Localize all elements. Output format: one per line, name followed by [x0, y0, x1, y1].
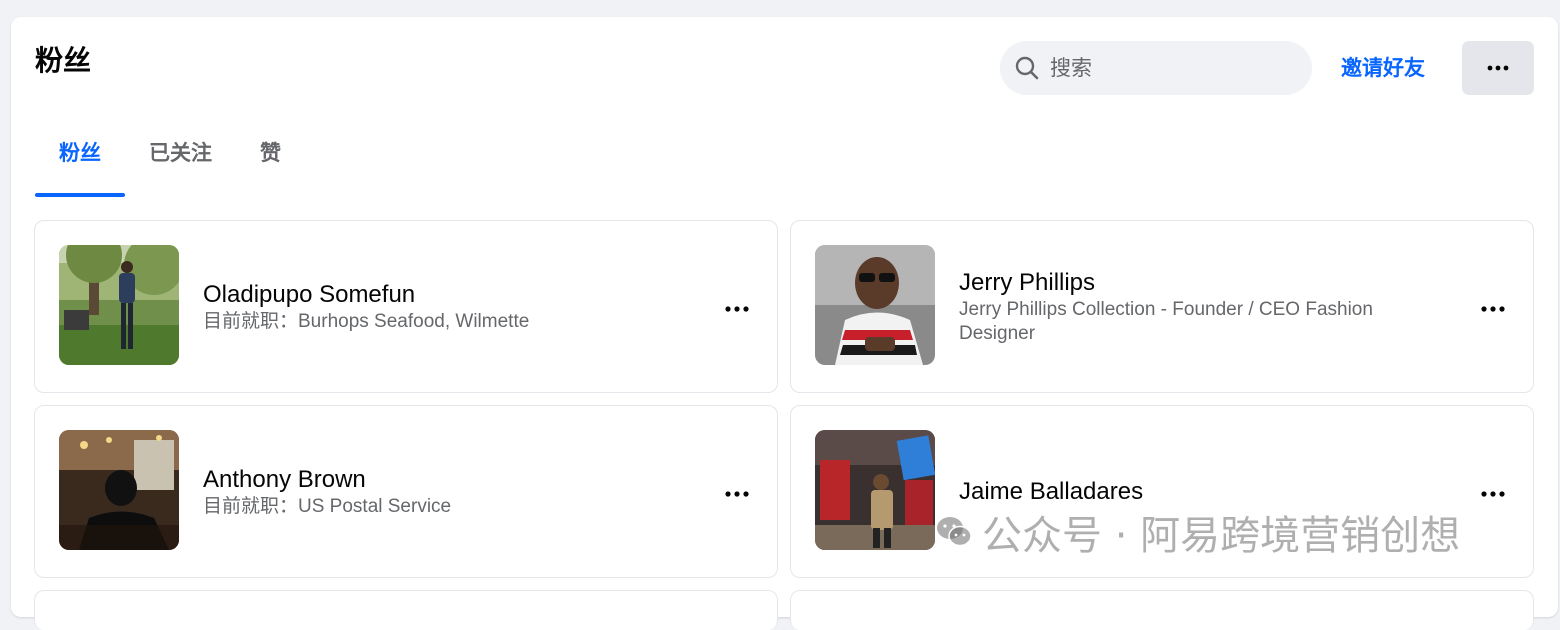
- card-more-button[interactable]: [717, 289, 757, 329]
- follower-card-partial: [790, 590, 1534, 630]
- more-horizontal-icon: [1481, 491, 1505, 497]
- search-box[interactable]: [1000, 41, 1312, 95]
- more-horizontal-icon: [1487, 65, 1509, 71]
- page-title: 粉丝: [35, 44, 92, 77]
- tab-followers[interactable]: 粉丝: [35, 121, 125, 197]
- follower-subtitle: 目前就职：Burhops Seafood, Wilmette: [203, 310, 530, 332]
- card-info: Anthony Brown 目前就职：US Postal Service: [203, 406, 637, 577]
- avatar[interactable]: [59, 245, 179, 365]
- search-input[interactable]: [1048, 55, 1292, 81]
- avatar[interactable]: [815, 245, 935, 365]
- follower-name[interactable]: Anthony Brown: [203, 465, 637, 495]
- tab-likes[interactable]: 赞: [236, 121, 305, 197]
- card-more-button[interactable]: [717, 474, 757, 514]
- tab-following[interactable]: 已关注: [125, 121, 236, 197]
- card-more-button[interactable]: [1473, 474, 1513, 514]
- follower-subtitle: Jerry Phillips Collection - Founder / CE…: [959, 298, 1373, 344]
- follower-card: Anthony Brown 目前就职：US Postal Service: [34, 405, 778, 578]
- card-info: Oladipupo Somefun 目前就职：Burhops Seafood, …: [203, 221, 637, 392]
- follower-card: Oladipupo Somefun 目前就职：Burhops Seafood, …: [34, 220, 778, 393]
- followers-panel: 粉丝 邀请好友 粉丝 已关注 赞: [11, 17, 1558, 630]
- more-horizontal-icon: [1481, 306, 1505, 312]
- follower-card: Jaime Balladares: [790, 405, 1534, 578]
- more-horizontal-icon: [725, 491, 749, 497]
- follower-subtitle: 目前就职：US Postal Service: [203, 495, 452, 517]
- card-info: Jerry Phillips Jerry Phillips Collection…: [959, 221, 1393, 392]
- more-options-button[interactable]: [1462, 41, 1534, 95]
- follower-card: Jerry Phillips Jerry Phillips Collection…: [790, 220, 1534, 393]
- follower-name[interactable]: Jaime Balladares: [959, 477, 1393, 507]
- card-more-button[interactable]: [1473, 289, 1513, 329]
- follower-name[interactable]: Jerry Phillips: [959, 268, 1393, 298]
- tab-bar: 粉丝 已关注 赞: [35, 121, 305, 197]
- card-info: Jaime Balladares: [959, 406, 1393, 577]
- more-horizontal-icon: [725, 306, 749, 312]
- invite-friends-link[interactable]: 邀请好友: [1341, 54, 1425, 82]
- follower-card-partial: [34, 590, 778, 630]
- avatar[interactable]: [59, 430, 179, 550]
- search-icon: [1015, 56, 1039, 80]
- avatar[interactable]: [815, 430, 935, 550]
- follower-name[interactable]: Oladipupo Somefun: [203, 280, 637, 310]
